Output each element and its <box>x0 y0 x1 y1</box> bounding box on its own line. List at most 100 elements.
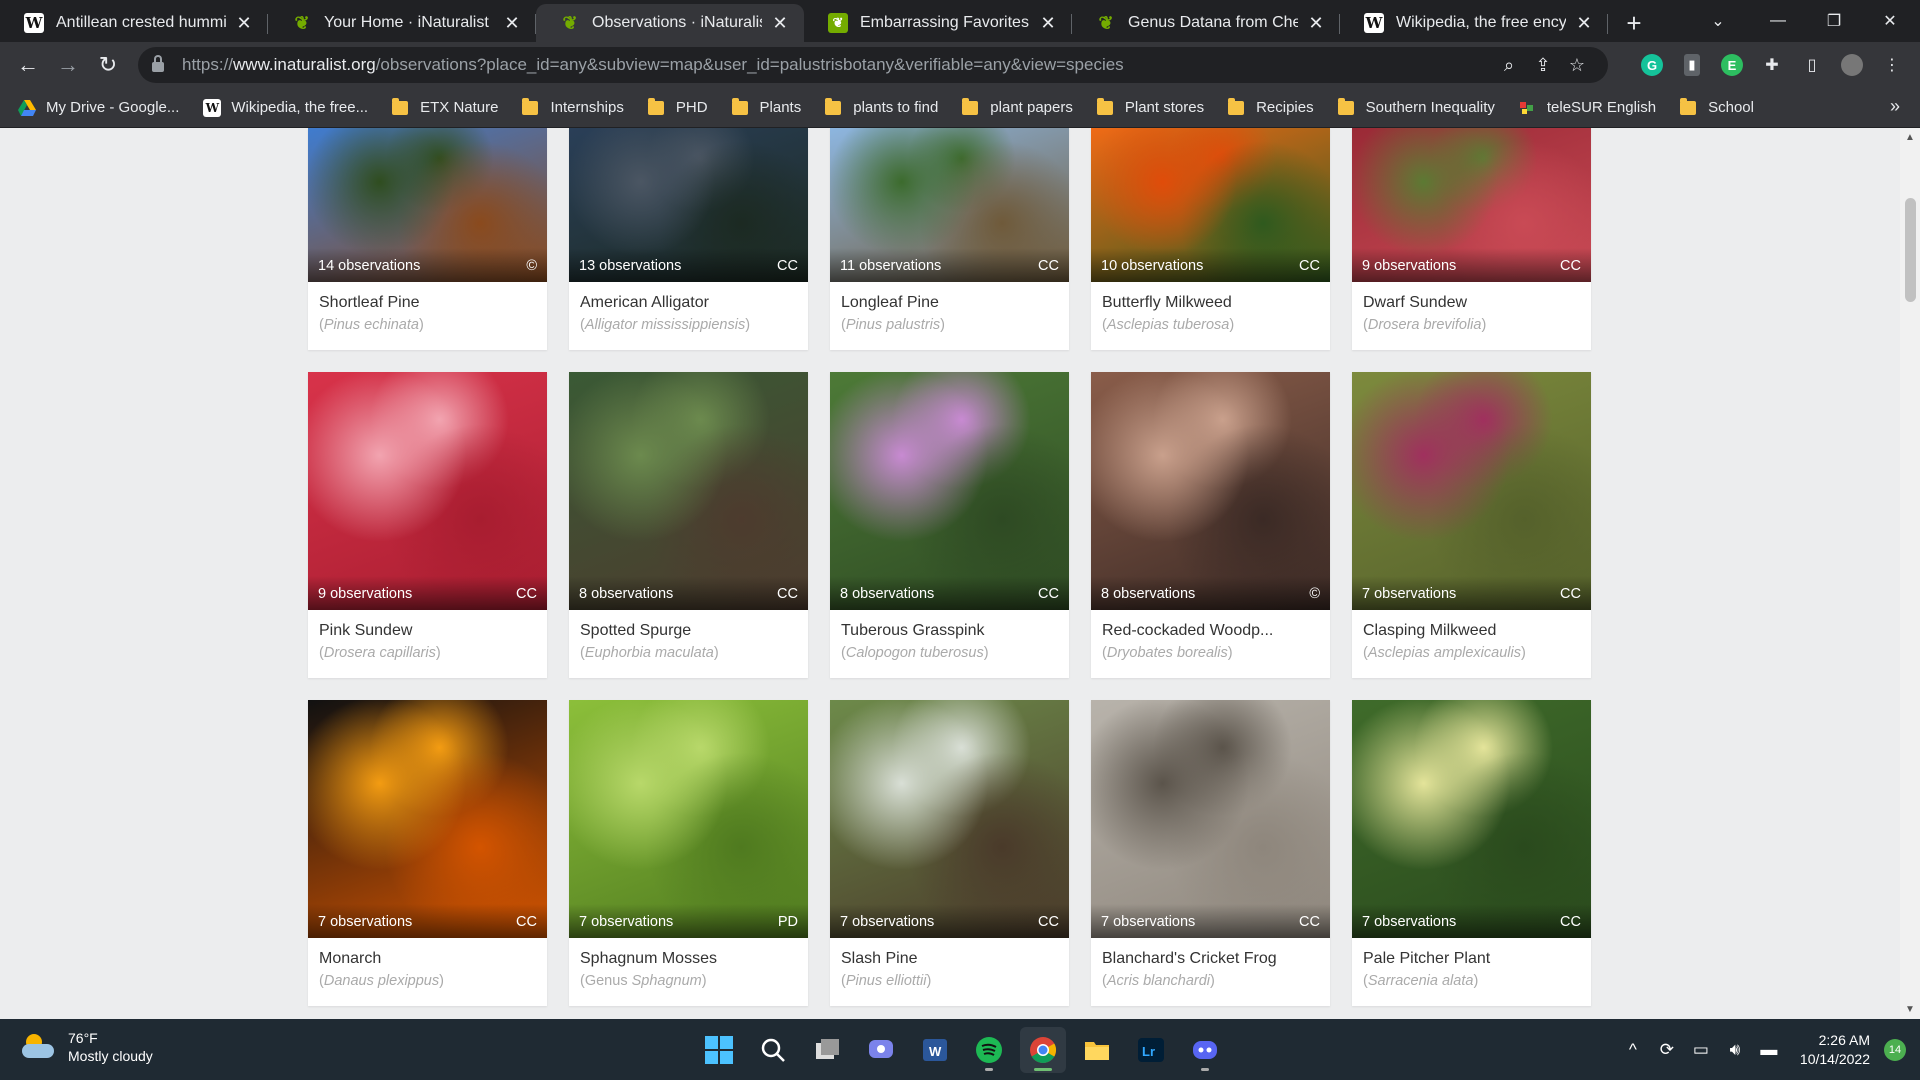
observation-count[interactable]: 10 observations <box>1101 258 1203 274</box>
tab-close-icon[interactable]: ✕ <box>1306 13 1326 34</box>
species-card[interactable]: 7 observations CC Slash Pine (Pinus elliott… <box>830 700 1069 1006</box>
new-tab-button[interactable]: + <box>1614 4 1654 42</box>
species-card[interactable]: 7 observations CC Blanchard's Cricket Frog… <box>1091 700 1330 1006</box>
tab-close-icon[interactable]: ✕ <box>770 13 790 34</box>
browser-tab[interactable]: ❦ Genus Datana from Cherok ✕ <box>1072 4 1340 42</box>
bookmarks-overflow-icon[interactable]: » <box>1890 96 1900 117</box>
observation-count[interactable]: 13 observations <box>579 258 681 274</box>
species-card[interactable]: 7 observations PD Sphagnum Mosses (Genus Sp… <box>569 700 808 1006</box>
species-card[interactable]: 7 observations CC Clasping Milkweed (Asclep… <box>1352 372 1591 678</box>
species-photo[interactable]: 11 observations CC <box>830 128 1069 282</box>
menu-kebab-icon[interactable]: ⋮ <box>1872 45 1912 85</box>
scroll-thumb[interactable] <box>1905 198 1916 302</box>
common-name-link[interactable]: Dwarf Sundew <box>1363 294 1580 312</box>
network-icon[interactable]: ▭ <box>1684 1040 1718 1060</box>
bookmark-star-icon[interactable]: ☆ <box>1560 55 1594 76</box>
observation-count[interactable]: 7 observations <box>579 914 673 930</box>
observation-count[interactable]: 9 observations <box>318 586 412 602</box>
observation-count[interactable]: 8 observations <box>1101 586 1195 602</box>
bookmark-item[interactable]: plant papers <box>962 97 1073 116</box>
species-photo[interactable]: 7 observations CC <box>1352 700 1591 938</box>
address-bar[interactable]: https://www.inaturalist.org/observations… <box>138 47 1608 83</box>
species-photo[interactable]: 8 observations © <box>1091 372 1330 610</box>
common-name-link[interactable]: Butterfly Milkweed <box>1102 294 1319 312</box>
tab-close-icon[interactable]: ✕ <box>1038 13 1058 34</box>
bookmark-item[interactable]: PHD <box>647 97 708 116</box>
common-name-link[interactable]: Pale Pitcher Plant <box>1363 950 1580 968</box>
species-photo[interactable]: 8 observations CC <box>830 372 1069 610</box>
scroll-down-arrow-icon[interactable]: ▼ <box>1905 1004 1915 1015</box>
common-name-link[interactable]: Sphagnum Mosses <box>580 950 797 968</box>
species-photo[interactable]: 9 observations CC <box>1352 128 1591 282</box>
weather-widget[interactable]: 76°F Mostly cloudy <box>22 1029 153 1065</box>
common-name-link[interactable]: Spotted Spurge <box>580 622 797 640</box>
common-name-link[interactable]: American Alligator <box>580 294 797 312</box>
bookmark-item[interactable]: plants to find <box>825 97 938 116</box>
common-name-link[interactable]: Shortleaf Pine <box>319 294 536 312</box>
species-photo[interactable]: 8 observations CC <box>569 372 808 610</box>
battery-icon[interactable]: ▬ <box>1752 1040 1786 1060</box>
close-window-icon[interactable]: ✕ <box>1862 0 1918 42</box>
file-explorer-button[interactable] <box>1074 1027 1120 1073</box>
bookmark-item[interactable]: Plant stores <box>1096 97 1204 116</box>
url-text[interactable]: https://www.inaturalist.org/observations… <box>182 55 1492 75</box>
observation-count[interactable]: 8 observations <box>579 586 673 602</box>
species-photo[interactable]: 9 observations CC <box>308 372 547 610</box>
species-card[interactable]: 14 observations © Shortleaf Pine (Pinus ech… <box>308 128 547 350</box>
species-card[interactable]: 9 observations CC Dwarf Sundew (Drosera bre… <box>1352 128 1591 350</box>
browser-tab[interactable]: ❦ Your Home · iNaturalist ✕ <box>268 4 536 42</box>
bookmark-item[interactable]: ETX Nature <box>392 97 498 116</box>
clock[interactable]: 2:26 AM 10/14/2022 <box>1800 1031 1870 1069</box>
species-photo[interactable]: 7 observations PD <box>569 700 808 938</box>
species-card[interactable]: 8 observations © Red-cockaded Woodp... (Dry… <box>1091 372 1330 678</box>
common-name-link[interactable]: Blanchard's Cricket Frog <box>1102 950 1319 968</box>
species-card[interactable]: 8 observations CC Spotted Spurge (Euphorbia… <box>569 372 808 678</box>
discord-button[interactable] <box>1182 1027 1228 1073</box>
side-panel-icon[interactable]: ▯ <box>1792 45 1832 85</box>
species-card[interactable]: 8 observations CC Tuberous Grasspink (Calop… <box>830 372 1069 678</box>
observation-count[interactable]: 7 observations <box>840 914 934 930</box>
task-view-button[interactable] <box>804 1027 850 1073</box>
species-card[interactable]: 13 observations CC American Alligator (Alli… <box>569 128 808 350</box>
observation-count[interactable]: 7 observations <box>1101 914 1195 930</box>
common-name-link[interactable]: Clasping Milkweed <box>1363 622 1580 640</box>
grammarly-icon[interactable]: G <box>1632 45 1672 85</box>
species-photo[interactable]: 7 observations CC <box>308 700 547 938</box>
spotify-button[interactable] <box>966 1027 1012 1073</box>
notification-badge[interactable]: 14 <box>1884 1038 1906 1061</box>
teams-chat-button[interactable] <box>858 1027 904 1073</box>
bookmark-item[interactable]: Southern Inequality <box>1337 97 1495 116</box>
species-card[interactable]: 10 observations CC Butterfly Milkweed (Ascl… <box>1091 128 1330 350</box>
forward-icon[interactable]: → <box>48 45 88 85</box>
browser-tab[interactable]: W Antillean crested humming ✕ <box>0 4 268 42</box>
restore-icon[interactable]: ❐ <box>1806 0 1862 42</box>
observation-count[interactable]: 14 observations <box>318 258 420 274</box>
species-photo[interactable]: 14 observations © <box>308 128 547 282</box>
bookmark-item[interactable]: School <box>1680 97 1754 116</box>
bookmark-item[interactable]: teleSUR English <box>1519 99 1656 117</box>
common-name-link[interactable]: Pink Sundew <box>319 622 536 640</box>
observation-count[interactable]: 7 observations <box>1362 586 1456 602</box>
extension-icon[interactable]: ▮ <box>1672 45 1712 85</box>
search-button[interactable] <box>750 1027 796 1073</box>
bookmark-item[interactable]: W Wikipedia, the free... <box>203 98 368 117</box>
tab-close-icon[interactable]: ✕ <box>1574 13 1594 34</box>
word-button[interactable]: W <box>912 1027 958 1073</box>
show-hidden-icons-chevron-icon[interactable]: ^ <box>1616 1040 1650 1060</box>
profile-avatar[interactable] <box>1832 45 1872 85</box>
tab-search-chevron-icon[interactable]: ⌄ <box>1690 0 1746 42</box>
start-button[interactable] <box>696 1027 742 1073</box>
chrome-button[interactable] <box>1020 1027 1066 1073</box>
observation-count[interactable]: 8 observations <box>840 586 934 602</box>
minimize-icon[interactable]: — <box>1750 0 1806 42</box>
common-name-link[interactable]: Slash Pine <box>841 950 1058 968</box>
tab-close-icon[interactable]: ✕ <box>234 13 254 34</box>
browser-tab[interactable]: ❦ Embarrassing Favorites - N ✕ <box>804 4 1072 42</box>
bookmark-item[interactable]: Plants <box>731 97 801 116</box>
lightroom-button[interactable]: Lr <box>1128 1027 1174 1073</box>
browser-tab[interactable]: ❦ Observations · iNaturalist ✕ <box>536 4 804 42</box>
observation-count[interactable]: 7 observations <box>318 914 412 930</box>
volume-icon[interactable]: 🔊︎ <box>1718 1040 1752 1060</box>
reload-icon[interactable]: ↻ <box>88 45 128 85</box>
common-name-link[interactable]: Tuberous Grasspink <box>841 622 1058 640</box>
